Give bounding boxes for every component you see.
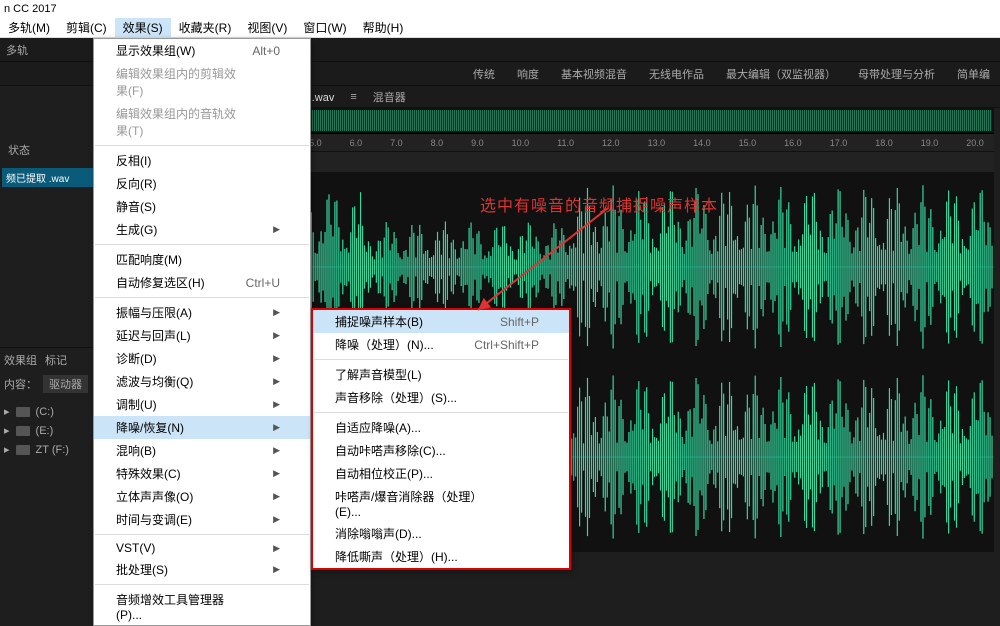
menu-item[interactable]: 自动咔嗒声移除(C)... xyxy=(313,439,569,462)
menu-item[interactable]: 匹配响度(M) xyxy=(94,248,310,271)
workspace-preset[interactable]: 简单编 xyxy=(957,66,990,82)
menu-item[interactable]: 诊断(D)▶ xyxy=(94,347,310,370)
ruler-tick: 18.0 xyxy=(875,138,893,148)
menu-item[interactable]: 降低嘶声（处理）(H)... xyxy=(313,545,569,568)
ruler-tick: 19.0 xyxy=(921,138,939,148)
menu-item[interactable]: 时间与变调(E)▶ xyxy=(94,508,310,531)
hamburger-icon[interactable]: ≡ xyxy=(350,91,356,103)
ruler-tick: 16.0 xyxy=(784,138,802,148)
titlebar: n CC 2017 xyxy=(0,0,1000,18)
menu-item[interactable]: 收藏夹(R) xyxy=(171,18,240,37)
menu-item[interactable]: 自动相位校正(P)... xyxy=(313,462,569,485)
menu-item[interactable]: 消除嗡嗡声(D)... xyxy=(313,522,569,545)
menu-item[interactable]: 窗口(W) xyxy=(295,18,354,37)
annotation-text: 选中有噪音的音频捕捉噪声样本 xyxy=(480,192,718,216)
ruler-tick: 11.0 xyxy=(557,138,574,148)
mixer-tab[interactable]: 混音器 xyxy=(373,89,406,105)
menu-item[interactable]: 显示效果组(W)Alt+0 xyxy=(94,39,310,62)
menu-item[interactable]: 音频增效工具管理器(P)... xyxy=(94,588,310,625)
menu-item[interactable]: 编辑效果组内的音轨效果(T) xyxy=(94,102,310,142)
left-panel: 状态 频已提取 .wav 效果组 标记 内容： 驱动器 ▸(C:) ▸(E:) … xyxy=(0,86,100,570)
workspace-preset[interactable]: 母带处理与分析 xyxy=(858,66,935,82)
ruler-tick: 7.0 xyxy=(390,138,403,148)
menu-item[interactable]: 声音移除（处理）(S)... xyxy=(313,386,569,409)
drive-icon xyxy=(16,407,30,417)
content-label: 内容： xyxy=(4,376,37,392)
workspace-preset[interactable]: 最大编辑（双监视器） xyxy=(726,66,836,82)
workspace-preset[interactable]: 基本视频混音 xyxy=(561,66,627,82)
workspace-preset[interactable]: 响度 xyxy=(517,66,539,82)
workspace-preset[interactable]: 传统 xyxy=(473,66,495,82)
menu-item[interactable]: 捕捉噪声样本(B)Shift+P xyxy=(313,310,569,333)
menu-item[interactable]: 反相(I) xyxy=(94,149,310,172)
ruler-tick: 8.0 xyxy=(431,138,444,148)
drive-item[interactable]: ▸ZT (F:) xyxy=(0,440,99,459)
mode-tab[interactable]: 多轨 xyxy=(6,42,28,58)
menu-item[interactable]: 了解声音模型(L) xyxy=(313,363,569,386)
menu-item[interactable]: 滤波与均衡(Q)▶ xyxy=(94,370,310,393)
menu-item[interactable]: 多轨(M) xyxy=(0,18,58,37)
menu-item[interactable]: 特殊效果(C)▶ xyxy=(94,462,310,485)
panel-tab[interactable]: 效果组 xyxy=(4,352,37,368)
menu-item[interactable]: 生成(G)▶ xyxy=(94,218,310,241)
menu-item[interactable]: 自适应降噪(A)... xyxy=(313,416,569,439)
ruler-tick: 14.0 xyxy=(693,138,711,148)
menu-item[interactable]: 降噪（处理）(N)...Ctrl+Shift+P xyxy=(313,333,569,356)
menu-item[interactable]: 立体声声像(O)▶ xyxy=(94,485,310,508)
ruler-tick: 12.0 xyxy=(602,138,620,148)
menu-item[interactable]: 振幅与压限(A)▶ xyxy=(94,301,310,324)
menu-item[interactable]: 剪辑(C) xyxy=(58,18,115,37)
menu-item[interactable]: VST(V)▶ xyxy=(94,538,310,558)
file-item[interactable]: 频已提取 .wav xyxy=(2,168,97,187)
ruler-tick: 15.0 xyxy=(739,138,757,148)
ruler-tick: 13.0 xyxy=(648,138,666,148)
menu-item[interactable]: 咔嗒声/爆音消除器（处理）(E)... xyxy=(313,485,569,522)
menu-item[interactable]: 延迟与回声(L)▶ xyxy=(94,324,310,347)
ruler-tick: 10.0 xyxy=(512,138,530,148)
menu-item[interactable]: 静音(S) xyxy=(94,195,310,218)
menu-item[interactable]: 视图(V) xyxy=(239,18,295,37)
drive-item[interactable]: ▸(E:) xyxy=(0,421,99,440)
effects-menu: 显示效果组(W)Alt+0编辑效果组内的剪辑效果(F)编辑效果组内的音轨效果(T… xyxy=(93,38,311,626)
menubar: 多轨(M)剪辑(C)效果(S)收藏夹(R)视图(V)窗口(W)帮助(H) xyxy=(0,18,1000,38)
menu-item[interactable]: 编辑效果组内的剪辑效果(F) xyxy=(94,62,310,102)
menu-item[interactable]: 效果(S) xyxy=(115,18,171,37)
drive-item[interactable]: ▸(C:) xyxy=(0,402,99,421)
ruler-tick: 17.0 xyxy=(830,138,848,148)
menu-item[interactable]: 帮助(H) xyxy=(355,18,412,37)
menu-item[interactable]: 混响(B)▶ xyxy=(94,439,310,462)
menu-item[interactable]: 自动修复选区(H)Ctrl+U xyxy=(94,271,310,294)
noise-reduction-submenu: 捕捉噪声样本(B)Shift+P降噪（处理）(N)...Ctrl+Shift+P… xyxy=(311,308,571,570)
ruler-tick: 20.0 xyxy=(966,138,984,148)
panel-tab[interactable]: 标记 xyxy=(45,352,67,368)
status-label: 状态 xyxy=(2,140,36,160)
workspace-preset[interactable]: 无线电作品 xyxy=(649,66,704,82)
drive-icon xyxy=(16,426,30,436)
ruler-tick: 6.0 xyxy=(350,138,363,148)
menu-item[interactable]: 反向(R) xyxy=(94,172,310,195)
menu-item[interactable]: 调制(U)▶ xyxy=(94,393,310,416)
menu-item[interactable]: 降噪/恢复(N)▶ xyxy=(94,416,310,439)
content-dropdown[interactable]: 驱动器 xyxy=(43,375,88,393)
drive-icon xyxy=(16,445,30,455)
ruler-tick: 9.0 xyxy=(471,138,484,148)
